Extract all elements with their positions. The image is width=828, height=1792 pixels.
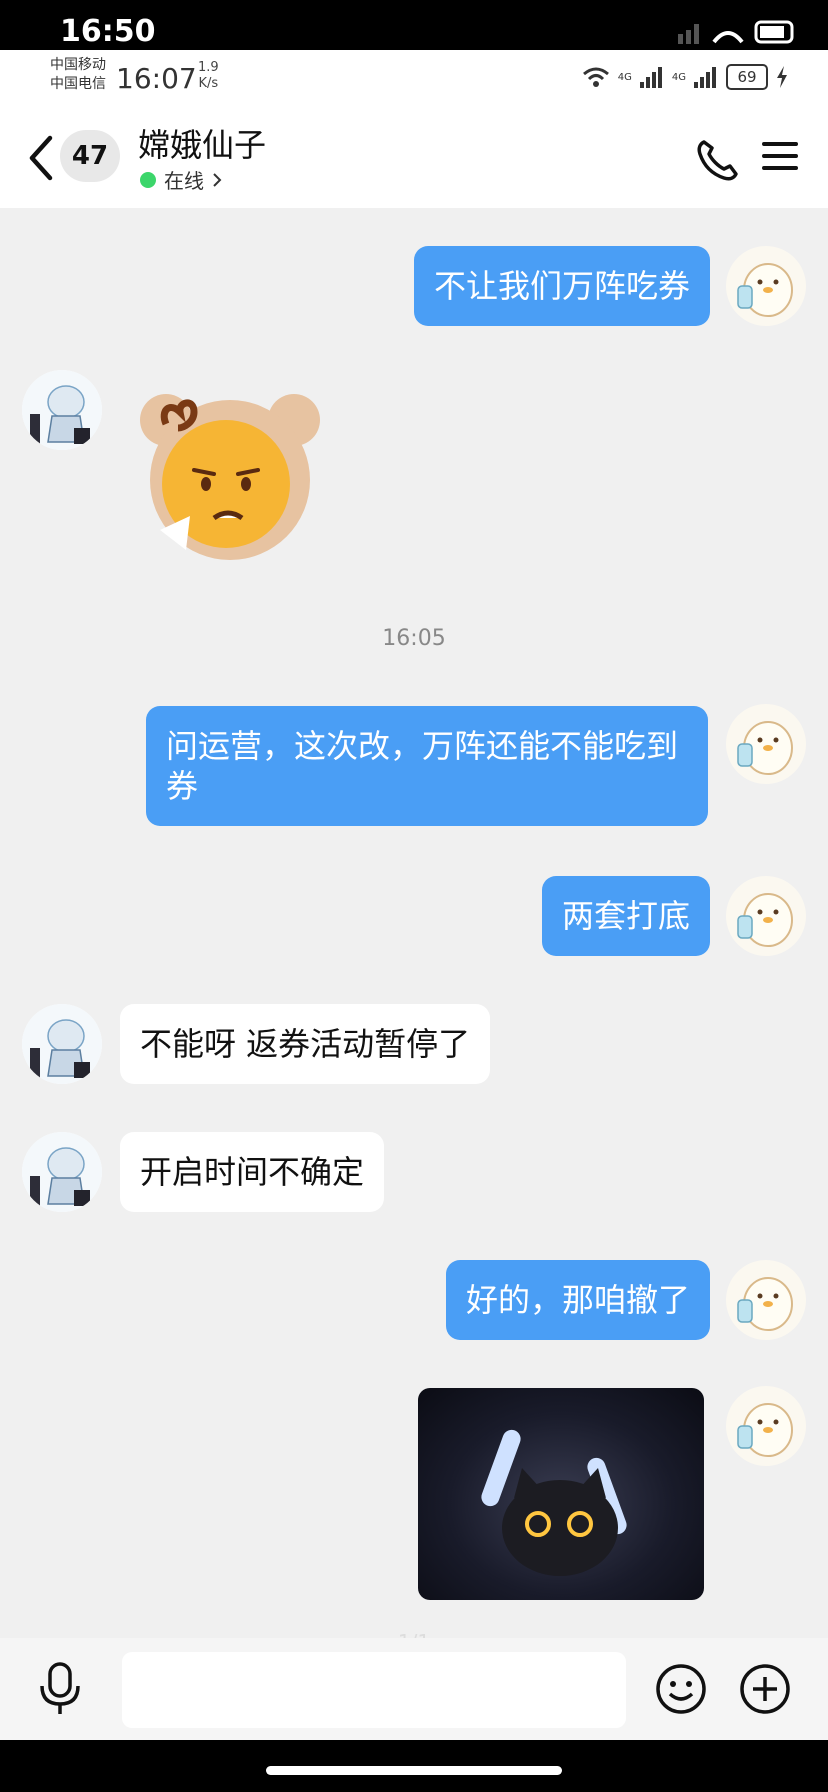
contact-avatar[interactable] [22,370,102,450]
contact-avatar[interactable] [22,1132,102,1212]
signal-icon [694,67,716,88]
message-text: 开启时间不确定 [140,1153,365,1191]
photo-content [481,1429,627,1576]
speed-unit: K/s [198,76,219,91]
message-bubble-sent[interactable]: 不让我们万阵吃券 [413,246,710,326]
worried-bear-emoji-sticker[interactable] [130,380,330,560]
chat-header: 47 嫦娥仙子 在线 [0,108,828,208]
menu-icon[interactable] [762,140,798,172]
my-avatar[interactable] [726,1386,806,1466]
network-type-2: 4G [671,71,686,83]
back-arrow-icon[interactable] [26,134,56,182]
message-input-bar [0,1638,828,1740]
online-status[interactable]: 在线 [140,165,222,194]
emoji-icon[interactable] [654,1662,708,1716]
message-bubble-sent[interactable]: 问运营，这次改，万阵还能不能吃到券 [146,706,708,826]
duck-avatar-icon [737,893,793,947]
message-bubble-sent[interactable]: 好的，那咱撤了 [445,1260,710,1340]
unread-count-badge[interactable]: 47 [60,130,120,182]
signal-icon [639,67,662,88]
carrier-2: 中国电信 [50,76,106,92]
add-more-icon[interactable] [738,1662,792,1716]
wifi-icon [582,67,609,87]
outer-status-bar: 16:50 [0,0,828,50]
status-icons: 4G 4G 69 [582,64,788,90]
phone-status-bar: 中国移动 中国电信 16:07 1.9 K/s 4G 4G 69 [0,50,828,108]
message-bubble-received[interactable]: 不能呀 返券活动暂停了 [120,1004,491,1084]
battery-level: 69 [726,64,768,90]
my-avatar[interactable] [726,876,806,956]
my-avatar[interactable] [726,704,806,784]
speed-value: 1.9 [198,60,219,75]
message-bubble-sent[interactable]: 两套打底 [541,876,710,956]
anime-girl-avatar-icon [22,370,102,450]
phone-call-icon[interactable] [694,136,740,182]
message-text: 不能呀 返券活动暂停了 [140,1025,471,1063]
carrier-1: 中国移动 [50,57,106,73]
message-input[interactable] [122,1652,626,1728]
my-avatar[interactable] [726,246,806,326]
chat-message-list[interactable]: 不让我们万阵吃券 16:05 问运营，这次改，万阵还能不能吃到券 两套打底 不能… [0,208,828,1638]
online-dot-icon [140,171,156,188]
my-avatar[interactable] [726,1260,806,1340]
black-cat-figure-photo[interactable] [418,1388,704,1600]
online-status-label: 在线 [164,169,204,193]
system-nav-bar [0,1740,828,1792]
contact-name[interactable]: 嫦娥仙子 [138,120,266,166]
outer-clock: 16:50 [60,14,156,49]
status-clock: 16:07 [116,62,197,95]
voice-input-icon[interactable] [38,1662,82,1716]
duck-avatar-icon [737,263,793,317]
message-text: 好的，那咱撤了 [465,1281,690,1319]
anime-girl-avatar-icon [22,1004,102,1084]
duck-avatar-icon [737,721,793,775]
duck-avatar-icon [737,1277,793,1331]
message-bubble-received[interactable]: 开启时间不确定 [120,1132,385,1212]
anime-girl-avatar-icon [22,1132,102,1212]
carrier-info: 中国移动 中国电信 [50,56,106,94]
home-indicator[interactable] [266,1766,562,1775]
message-text: 不让我们万阵吃券 [433,267,690,305]
message-timestamp: 16:05 [382,626,446,651]
duck-avatar-icon [737,1403,793,1457]
network-speed: 1.9 K/s [198,60,219,92]
contact-avatar[interactable] [22,1004,102,1084]
charging-icon [777,66,787,88]
outer-status-icons [678,20,794,44]
message-text: 两套打底 [561,897,690,935]
network-type-1: 4G [617,71,632,83]
message-text: 问运营，这次改，万阵还能不能吃到券 [166,727,679,805]
chevron-right-icon [213,172,222,187]
